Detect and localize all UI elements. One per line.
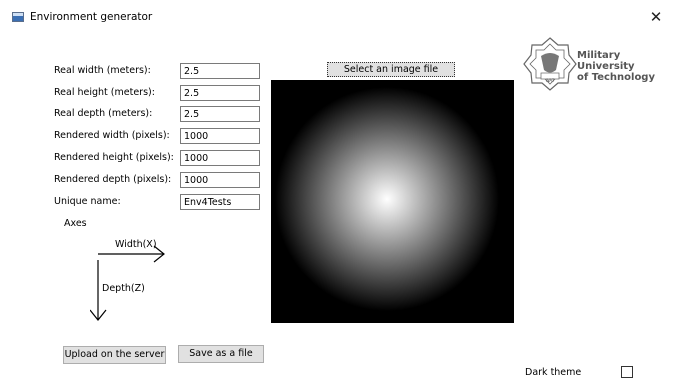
unique-name-label: Unique name: [54,196,121,207]
real-depth-input[interactable] [180,106,260,122]
logo-line-1: Military [577,50,621,61]
logo-emblem-text: WAT [546,78,555,83]
real-height-label: Real height (meters): [54,87,155,98]
axes-arrows-icon [90,245,165,321]
axes-title: Axes [64,218,87,229]
dark-theme-label: Dark theme [525,367,582,378]
unique-name-input[interactable] [180,194,260,210]
real-width-label: Real width (meters): [54,65,151,76]
title-bar: Environment generator ✕ [0,0,673,34]
save-file-button[interactable]: Save as a file [178,345,264,363]
close-icon[interactable]: ✕ [645,6,667,28]
logo-line-2: University [577,61,635,72]
dark-theme-checkbox[interactable] [621,366,633,378]
logo-line-3: of Technology [577,72,655,83]
app-window-icon [12,12,24,22]
real-width-input[interactable] [180,63,260,79]
university-name: Military University of Technology [577,50,655,83]
rendered-height-label: Rendered height (pixels): [54,152,174,163]
radial-gradient-image [271,80,514,323]
image-preview [271,80,514,323]
real-depth-label: Real depth (meters): [54,108,153,119]
upload-button[interactable]: Upload on the server [63,346,166,364]
real-height-input[interactable] [180,85,260,101]
rendered-width-label: Rendered width (pixels): [54,130,170,141]
select-image-button[interactable]: Select an image file [327,62,455,77]
window-title: Environment generator [30,11,153,23]
rendered-depth-label: Rendered depth (pixels): [54,174,172,185]
rendered-height-input[interactable] [180,150,260,166]
rendered-width-input[interactable] [180,128,260,144]
rendered-depth-input[interactable] [180,172,260,188]
